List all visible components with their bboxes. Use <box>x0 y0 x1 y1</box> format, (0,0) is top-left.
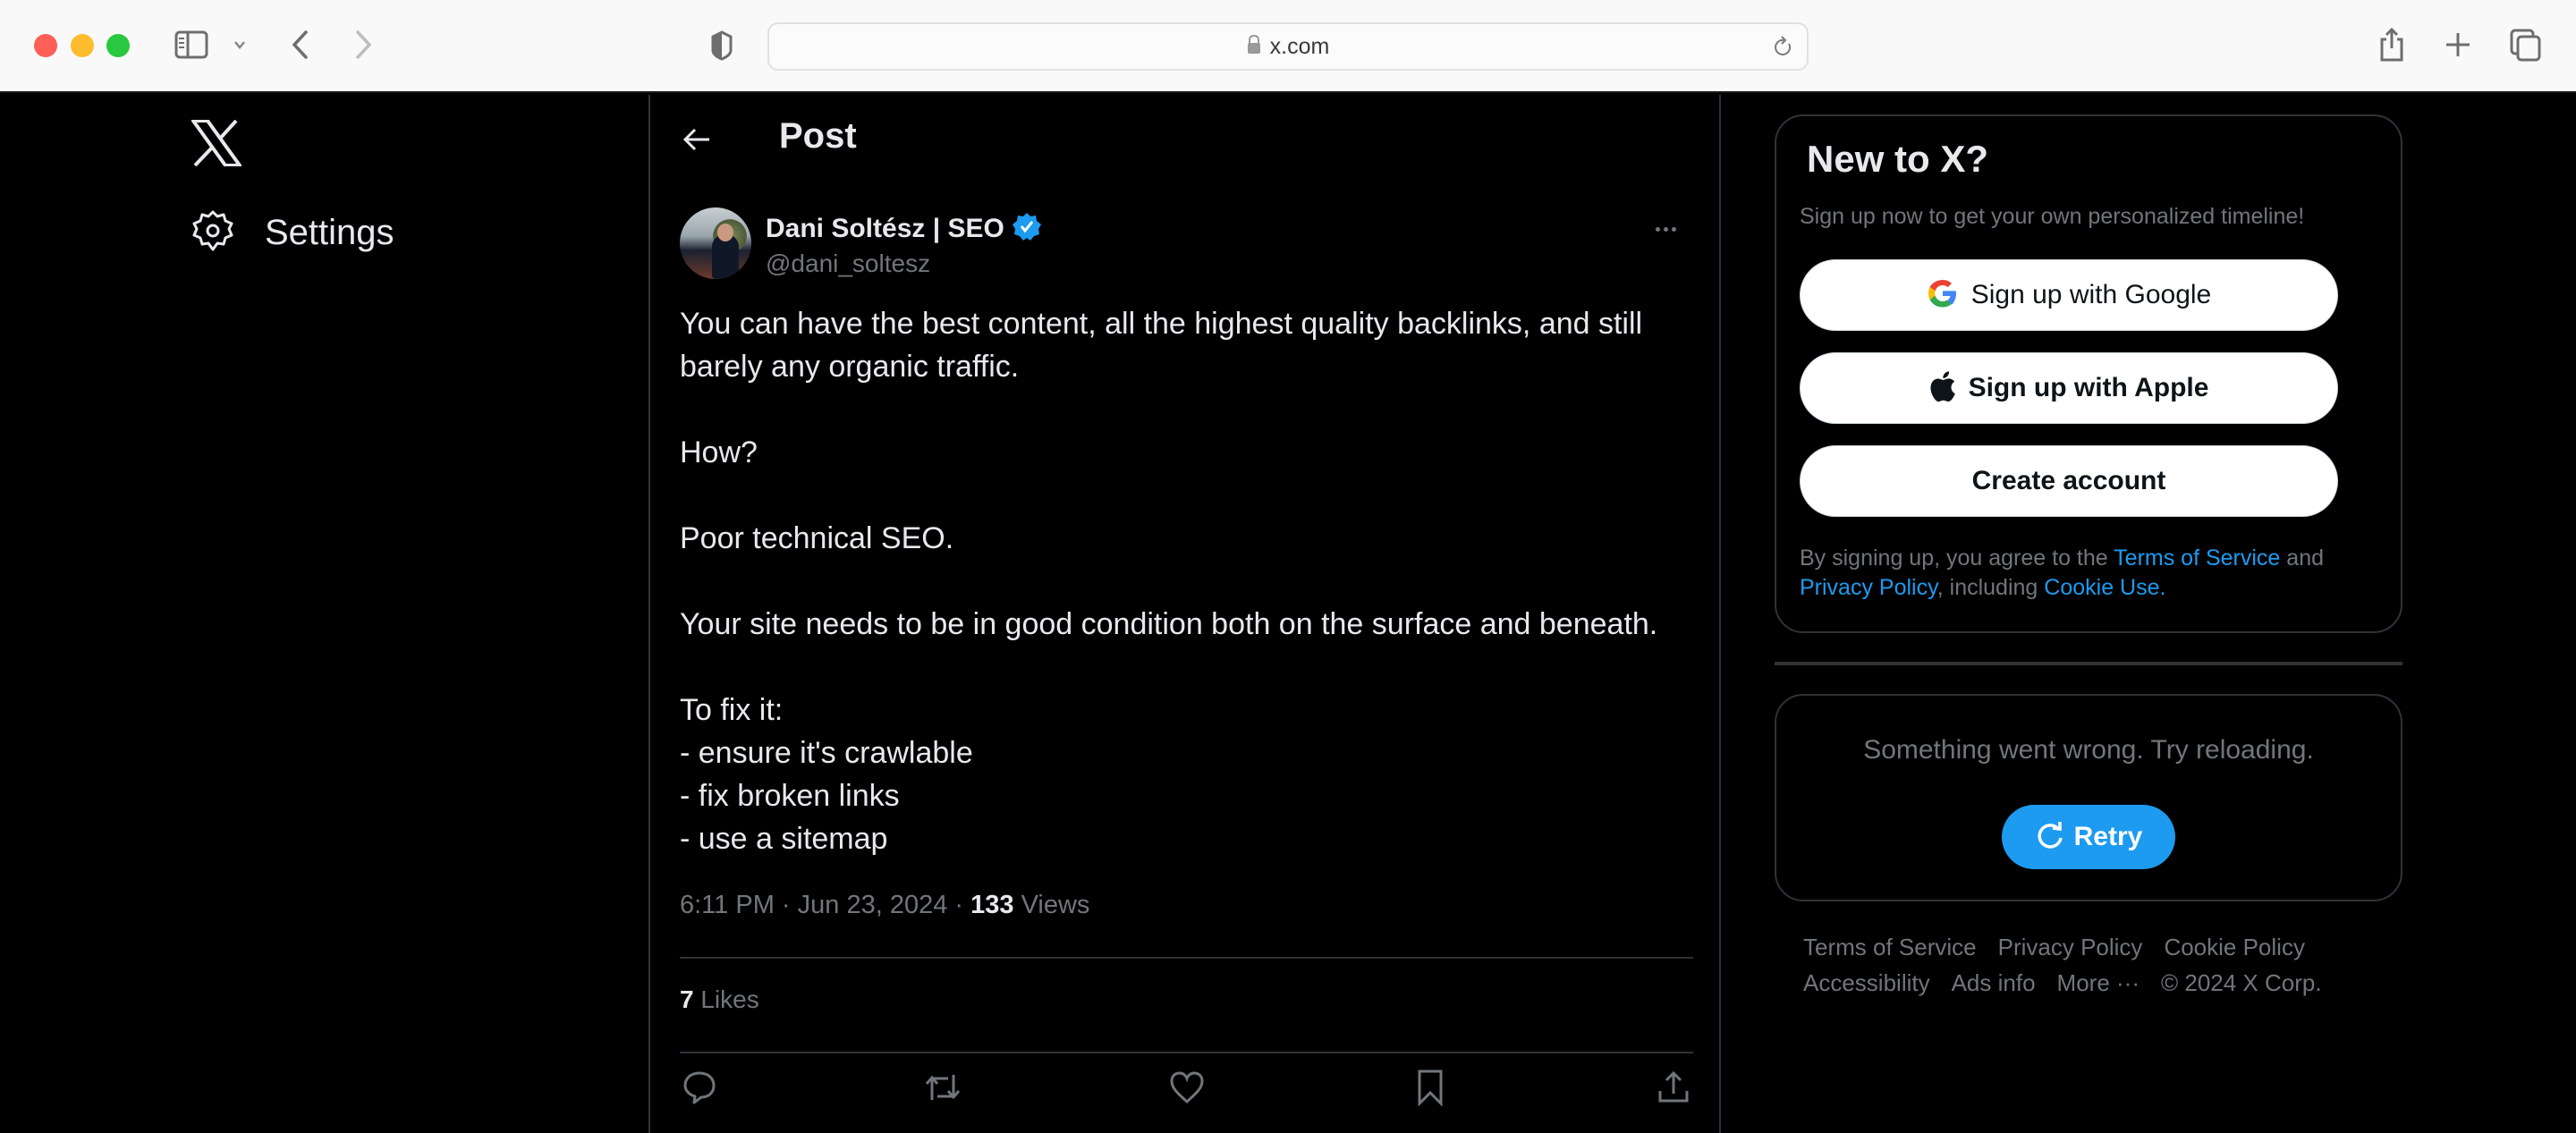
bookmark-icon <box>1416 1069 1445 1111</box>
terms-of-service-link[interactable]: Terms of Service <box>2114 545 2280 571</box>
footer-more-link[interactable]: More ··· <box>2057 968 2140 998</box>
author-name[interactable]: Dani Soltész | SEO <box>766 214 1004 244</box>
heart-icon <box>1169 1070 1205 1109</box>
minimize-window-button[interactable] <box>71 34 94 57</box>
signup-card: New to X? Sign up now to get your own pe… <box>1775 114 2402 633</box>
share-icon[interactable] <box>2376 25 2408 64</box>
reply-icon <box>682 1070 717 1110</box>
create-account-button[interactable]: Create account <box>1800 445 2338 517</box>
nav-settings-label: Settings <box>265 213 394 252</box>
chevron-down-icon[interactable] <box>229 34 250 55</box>
x-logo-icon[interactable] <box>190 119 243 167</box>
post-line <box>680 474 1699 517</box>
divider <box>1775 662 2402 665</box>
divider <box>680 957 1693 959</box>
address-bar[interactable]: x.com <box>767 22 1809 71</box>
footer-terms-link[interactable]: Terms of Service <box>1803 932 1977 962</box>
signup-google-button[interactable]: Sign up with Google <box>1800 259 2338 331</box>
post-date[interactable]: Jun 23, 2024 <box>798 891 948 919</box>
new-tab-icon[interactable] <box>2442 27 2474 63</box>
copyright: © 2024 X Corp. <box>2160 969 2322 996</box>
forward-icon[interactable] <box>349 27 379 63</box>
post-line: You can have the best content, all the h… <box>680 307 1643 384</box>
post-line: - use a sitemap <box>680 822 888 856</box>
refresh-icon <box>2035 820 2065 855</box>
page-title: Post <box>779 116 857 156</box>
footer-privacy-link[interactable]: Privacy Policy <box>1998 932 2143 962</box>
back-icon[interactable] <box>284 27 315 63</box>
lock-icon <box>1247 34 1261 59</box>
likes-count: 7 <box>680 985 694 1013</box>
post-line: How? <box>680 435 758 469</box>
post-column: Post Dani Soltész | SEO @dani_soltesz Yo… <box>648 95 1721 1133</box>
author-handle[interactable]: @dani_soltesz <box>766 249 1042 278</box>
bookmark-button[interactable] <box>1411 1070 1450 1109</box>
share-post-button[interactable] <box>1654 1070 1693 1109</box>
shield-icon[interactable] <box>708 29 735 63</box>
sidebar-icon[interactable] <box>174 29 209 61</box>
x-app: Settings Post Dani Soltész | SEO @dani_s… <box>0 95 2576 1133</box>
legal-text: By signing up, you agree to the <box>1800 545 2114 571</box>
likes-label: Likes <box>700 985 759 1013</box>
post-text: You can have the best content, all the h… <box>680 302 1699 860</box>
signup-apple-button[interactable]: Sign up with Apple <box>1800 352 2338 424</box>
post-meta: 6:11 PM · Jun 23, 2024 · 133 Views <box>680 891 1090 919</box>
url-text: x.com <box>1269 33 1330 59</box>
post-time[interactable]: 6:11 PM <box>680 891 775 919</box>
post-line: To fix it: <box>680 693 784 727</box>
views-count: 133 <box>970 891 1014 919</box>
legal-text: , including <box>1936 575 2045 600</box>
reply-button[interactable] <box>680 1070 719 1109</box>
signup-legal-text: By signing up, you agree to the Terms of… <box>1800 544 2372 603</box>
post-line <box>680 560 1699 603</box>
post-line <box>680 388 1699 431</box>
share-icon <box>1656 1070 1691 1110</box>
gear-icon <box>191 209 234 257</box>
repost-icon <box>923 1070 962 1110</box>
error-message: Something went wrong. Try reloading. <box>1863 735 2314 765</box>
back-button[interactable] <box>677 120 716 159</box>
repost-button[interactable] <box>923 1070 962 1109</box>
cookie-use-link[interactable]: Cookie Use. <box>2044 575 2165 600</box>
create-account-label: Create account <box>1971 466 2166 495</box>
signup-subtitle: Sign up now to get your own personalized… <box>1800 204 2305 229</box>
avatar[interactable] <box>680 207 751 279</box>
post-actions <box>680 1070 1693 1109</box>
google-button-label: Sign up with Google <box>1970 280 2212 309</box>
post-line: - fix broken links <box>680 779 900 813</box>
post-line: Your site needs to be in good condition … <box>680 607 1658 641</box>
post-line <box>680 646 1699 689</box>
google-icon <box>1927 277 1959 314</box>
verified-badge-icon <box>1012 211 1042 246</box>
error-card: Something went wrong. Try reloading. Ret… <box>1775 694 2402 901</box>
browser-toolbar: x.com <box>0 0 2576 93</box>
footer-ads-info-link[interactable]: Ads info <box>1952 968 2036 998</box>
maximize-window-button[interactable] <box>106 34 130 57</box>
more-options-button[interactable] <box>1643 213 1688 245</box>
nav-item-settings[interactable]: Settings <box>191 209 394 257</box>
apple-icon <box>1929 370 1956 407</box>
post-line: - ensure it's crawlable <box>680 736 973 770</box>
legal-text: and <box>2280 545 2325 571</box>
retry-button[interactable]: Retry <box>2002 805 2175 869</box>
views-label: Views <box>1021 891 1090 919</box>
tabs-overview-icon[interactable] <box>2508 27 2544 64</box>
post-line: Poor technical SEO. <box>680 521 954 555</box>
likes-link[interactable]: 7 Likes <box>680 985 759 1014</box>
footer-links: Terms of Service Privacy Policy Cookie P… <box>1803 932 2376 998</box>
footer-cookie-link[interactable]: Cookie Policy <box>2164 932 2305 962</box>
apple-button-label: Sign up with Apple <box>1968 373 2209 402</box>
divider <box>680 1052 1693 1053</box>
privacy-policy-link[interactable]: Privacy Policy <box>1800 575 1937 600</box>
signup-title: New to X? <box>1807 138 1989 180</box>
footer-accessibility-link[interactable]: Accessibility <box>1803 968 1930 998</box>
post-author: Dani Soltész | SEO @dani_soltesz <box>680 207 1042 279</box>
close-window-button[interactable] <box>34 34 57 57</box>
retry-label: Retry <box>2073 822 2143 851</box>
reload-icon[interactable] <box>1773 35 1794 64</box>
like-button[interactable] <box>1167 1070 1207 1109</box>
